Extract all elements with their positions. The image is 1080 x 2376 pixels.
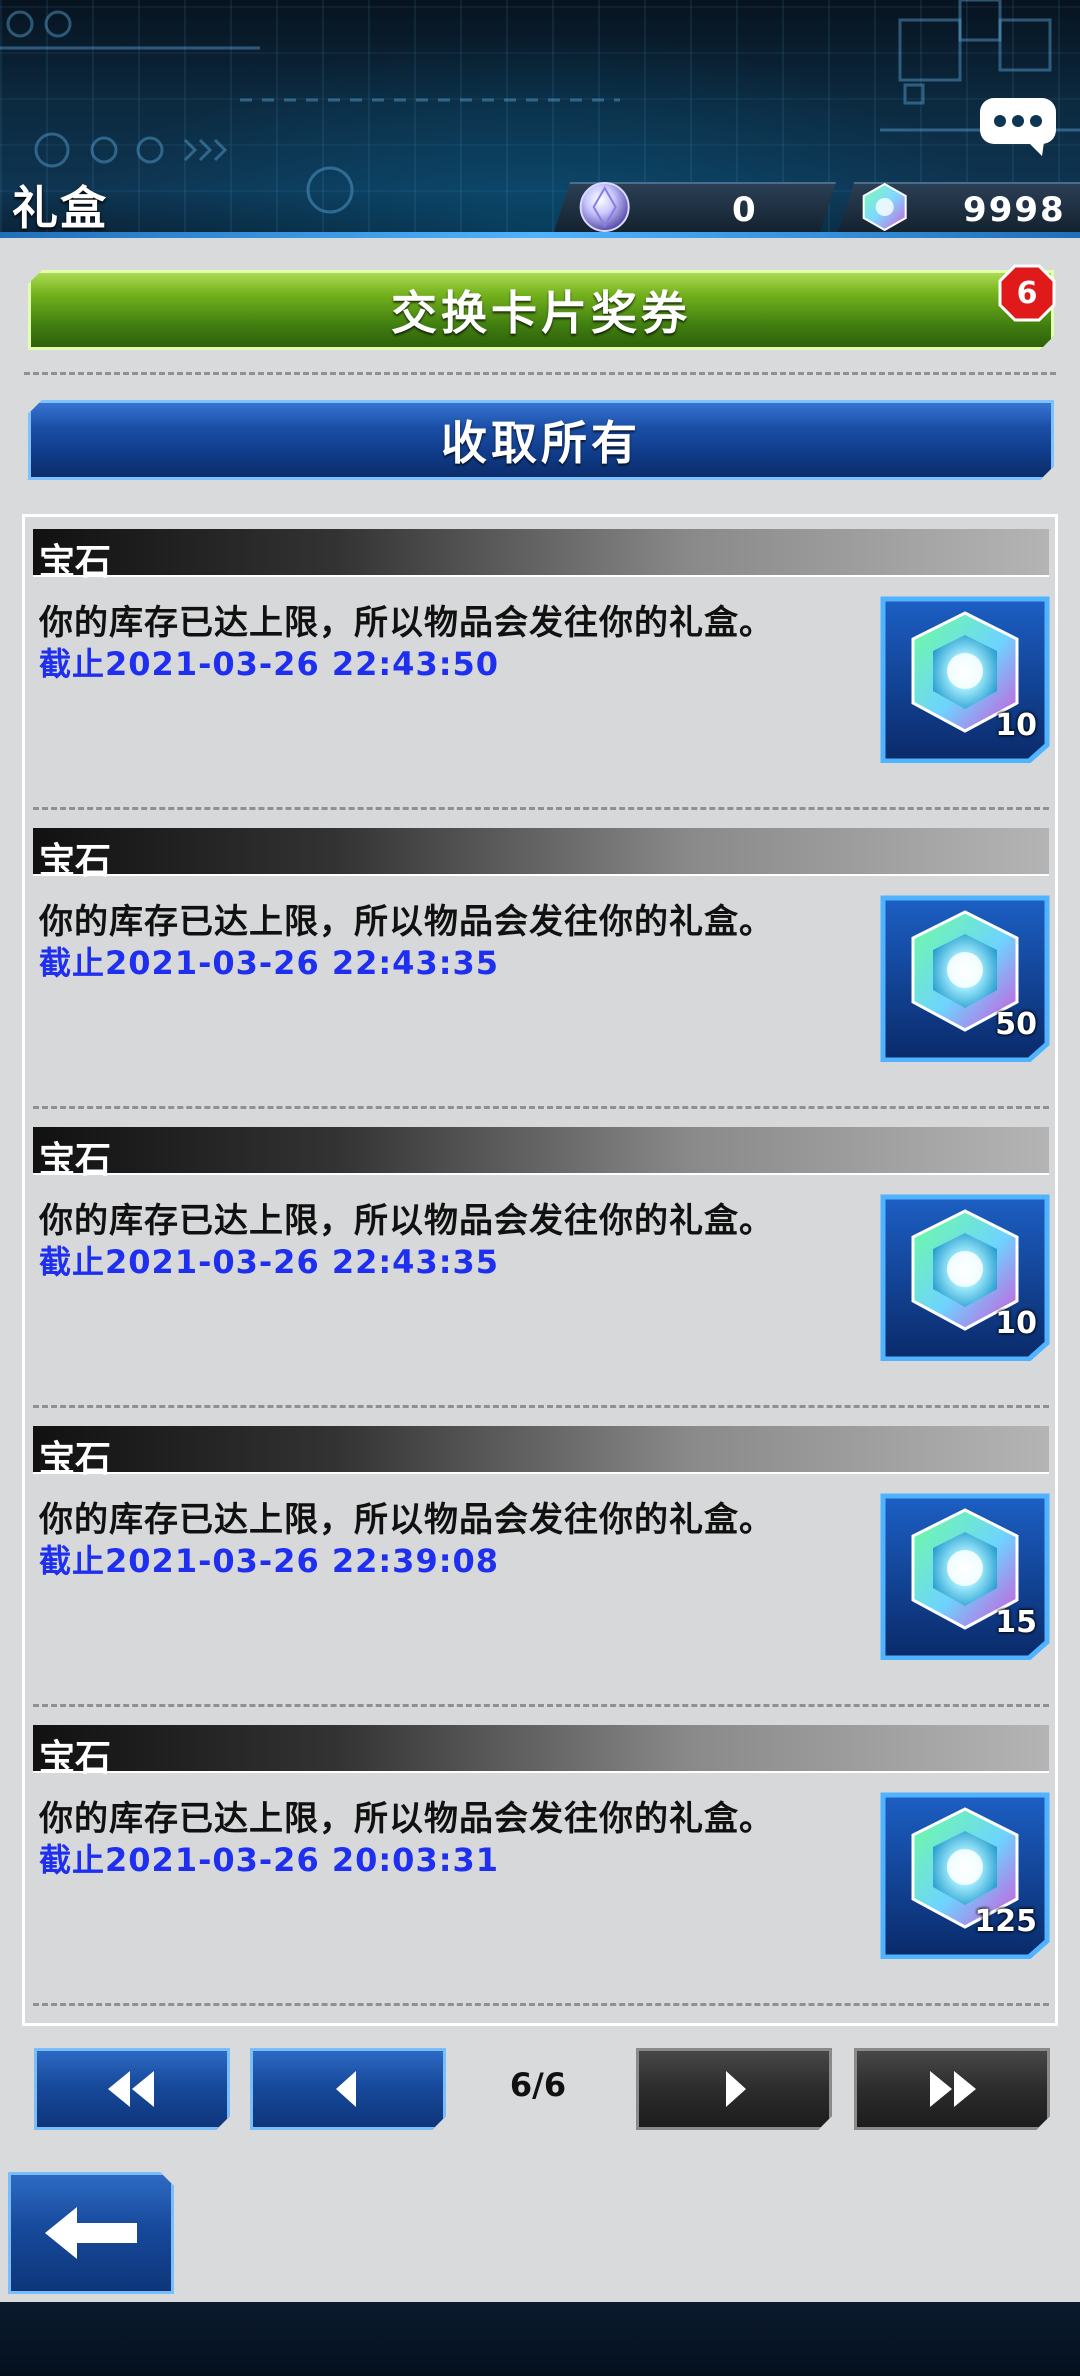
gift-item: 宝石 你的库存已达上限，所以物品会发往你的礼盒。 截止2021-03-26 22… — [33, 816, 1051, 1115]
gift-item-description: 你的库存已达上限，所以物品会发往你的礼盒。 — [39, 1201, 774, 1241]
collect-all-button[interactable]: 收取所有 — [28, 400, 1054, 480]
deadline-prefix: 截止 — [39, 645, 106, 683]
gift-item-header: 宝石 — [33, 529, 1049, 583]
gift-item-collect-button[interactable]: 125 — [879, 1791, 1051, 1960]
deadline-value: 2021-03-26 20:03:31 — [105, 1841, 500, 1879]
gift-item-quantity: 125 — [974, 1904, 1037, 1939]
back-button[interactable] — [8, 2172, 174, 2294]
gift-item-title: 宝石 — [39, 542, 112, 583]
gift-item-collect-button[interactable]: 15 — [879, 1492, 1051, 1661]
divider — [33, 807, 1049, 810]
header-divider — [0, 232, 1080, 238]
deadline-value: 2021-03-26 22:43:35 — [105, 1243, 500, 1281]
first-page-button[interactable] — [34, 2048, 230, 2130]
gift-item-description: 你的库存已达上限，所以物品会发往你的礼盒。 — [39, 1799, 774, 1839]
divider — [33, 1106, 1049, 1109]
gift-item-collect-button[interactable]: 10 — [879, 595, 1051, 764]
collect-all-label: 收取所有 — [441, 416, 641, 470]
divider — [24, 372, 1056, 375]
page-title: 礼盒 — [12, 181, 108, 235]
gift-item: 宝石 你的库存已达上限，所以物品会发往你的礼盒。 截止2021-03-26 20… — [33, 1713, 1051, 2012]
gift-item-header: 宝石 — [33, 1725, 1049, 1779]
deadline-prefix: 截止 — [39, 1243, 106, 1281]
orb-currency-value: 0 — [732, 190, 758, 230]
page-indicator: 6/6 — [509, 2066, 567, 2104]
deadline-value: 2021-03-26 22:43:35 — [105, 944, 500, 982]
divider — [33, 2003, 1049, 2006]
previous-page-button[interactable] — [250, 2048, 446, 2130]
next-page-button[interactable] — [636, 2048, 832, 2130]
gift-item-deadline: 截止2021-03-26 22:43:50 — [39, 639, 499, 685]
bottom-bar — [0, 2302, 1080, 2376]
gift-item-description: 你的库存已达上限，所以物品会发往你的礼盒。 — [39, 1500, 774, 1540]
gift-item: 宝石 你的库存已达上限，所以物品会发往你的礼盒。 截止2021-03-26 22… — [33, 517, 1051, 816]
gift-list: 宝石 你的库存已达上限，所以物品会发往你的礼盒。 截止2021-03-26 22… — [22, 514, 1058, 2026]
gift-item-collect-button[interactable]: 10 — [879, 1193, 1051, 1362]
chat-bubble-icon[interactable] — [978, 96, 1058, 158]
gem-currency-display: 9998 — [837, 182, 1080, 232]
deadline-value: 2021-03-26 22:43:50 — [105, 645, 500, 683]
gift-item-deadline: 截止2021-03-26 22:39:08 — [39, 1536, 499, 1582]
gift-item-header: 宝石 — [33, 1426, 1049, 1480]
gift-item-header: 宝石 — [33, 1127, 1049, 1181]
gift-item-quantity: 15 — [995, 1605, 1037, 1640]
gift-item-collect-button[interactable]: 50 — [879, 894, 1051, 1063]
last-page-button[interactable] — [854, 2048, 1050, 2130]
gem-currency-value: 9998 — [963, 190, 1066, 230]
deadline-prefix: 截止 — [39, 1841, 106, 1879]
gift-item-description: 你的库存已达上限，所以物品会发往你的礼盒。 — [39, 603, 774, 643]
gift-item-deadline: 截止2021-03-26 22:43:35 — [39, 938, 499, 984]
gift-item-quantity: 50 — [995, 1007, 1037, 1042]
double-right-arrow-icon — [924, 2069, 980, 2109]
gift-item-title: 宝石 — [39, 1140, 112, 1181]
divider — [33, 1405, 1049, 1408]
gift-item-deadline: 截止2021-03-26 22:43:35 — [39, 1237, 499, 1283]
gift-item-title: 宝石 — [39, 1439, 112, 1480]
deadline-prefix: 截止 — [39, 944, 106, 982]
gift-item: 宝石 你的库存已达上限，所以物品会发往你的礼盒。 截止2021-03-26 22… — [33, 1414, 1051, 1713]
gift-item-quantity: 10 — [995, 708, 1037, 743]
double-left-arrow-icon — [104, 2069, 160, 2109]
exchange-card-voucher-label: 交换卡片奖券 — [391, 286, 691, 340]
gift-item-title: 宝石 — [39, 841, 112, 882]
right-arrow-icon — [714, 2069, 754, 2109]
gift-item-title: 宝石 — [39, 1738, 112, 1779]
gift-item-header: 宝石 — [33, 828, 1049, 882]
gift-item: 宝石 你的库存已达上限，所以物品会发往你的礼盒。 截止2021-03-26 22… — [33, 1115, 1051, 1414]
notification-badge-count: 6 — [1016, 275, 1038, 311]
divider — [33, 1704, 1049, 1707]
gift-item-description: 你的库存已达上限，所以物品会发往你的礼盒。 — [39, 902, 774, 942]
silver-orb-icon — [579, 182, 630, 232]
exchange-card-voucher-button[interactable]: 交换卡片奖券 — [28, 270, 1054, 350]
left-arrow-icon — [328, 2069, 368, 2109]
deadline-value: 2021-03-26 22:39:08 — [105, 1542, 500, 1580]
orb-currency-display: 0 — [553, 182, 837, 232]
deadline-prefix: 截止 — [39, 1542, 106, 1580]
gift-item-quantity: 10 — [995, 1306, 1037, 1341]
gift-item-deadline: 截止2021-03-26 20:03:31 — [39, 1835, 499, 1881]
gem-icon — [862, 182, 907, 232]
back-arrow-icon — [41, 2203, 141, 2263]
top-bar: 礼盒 0 9998 — [0, 0, 1080, 238]
